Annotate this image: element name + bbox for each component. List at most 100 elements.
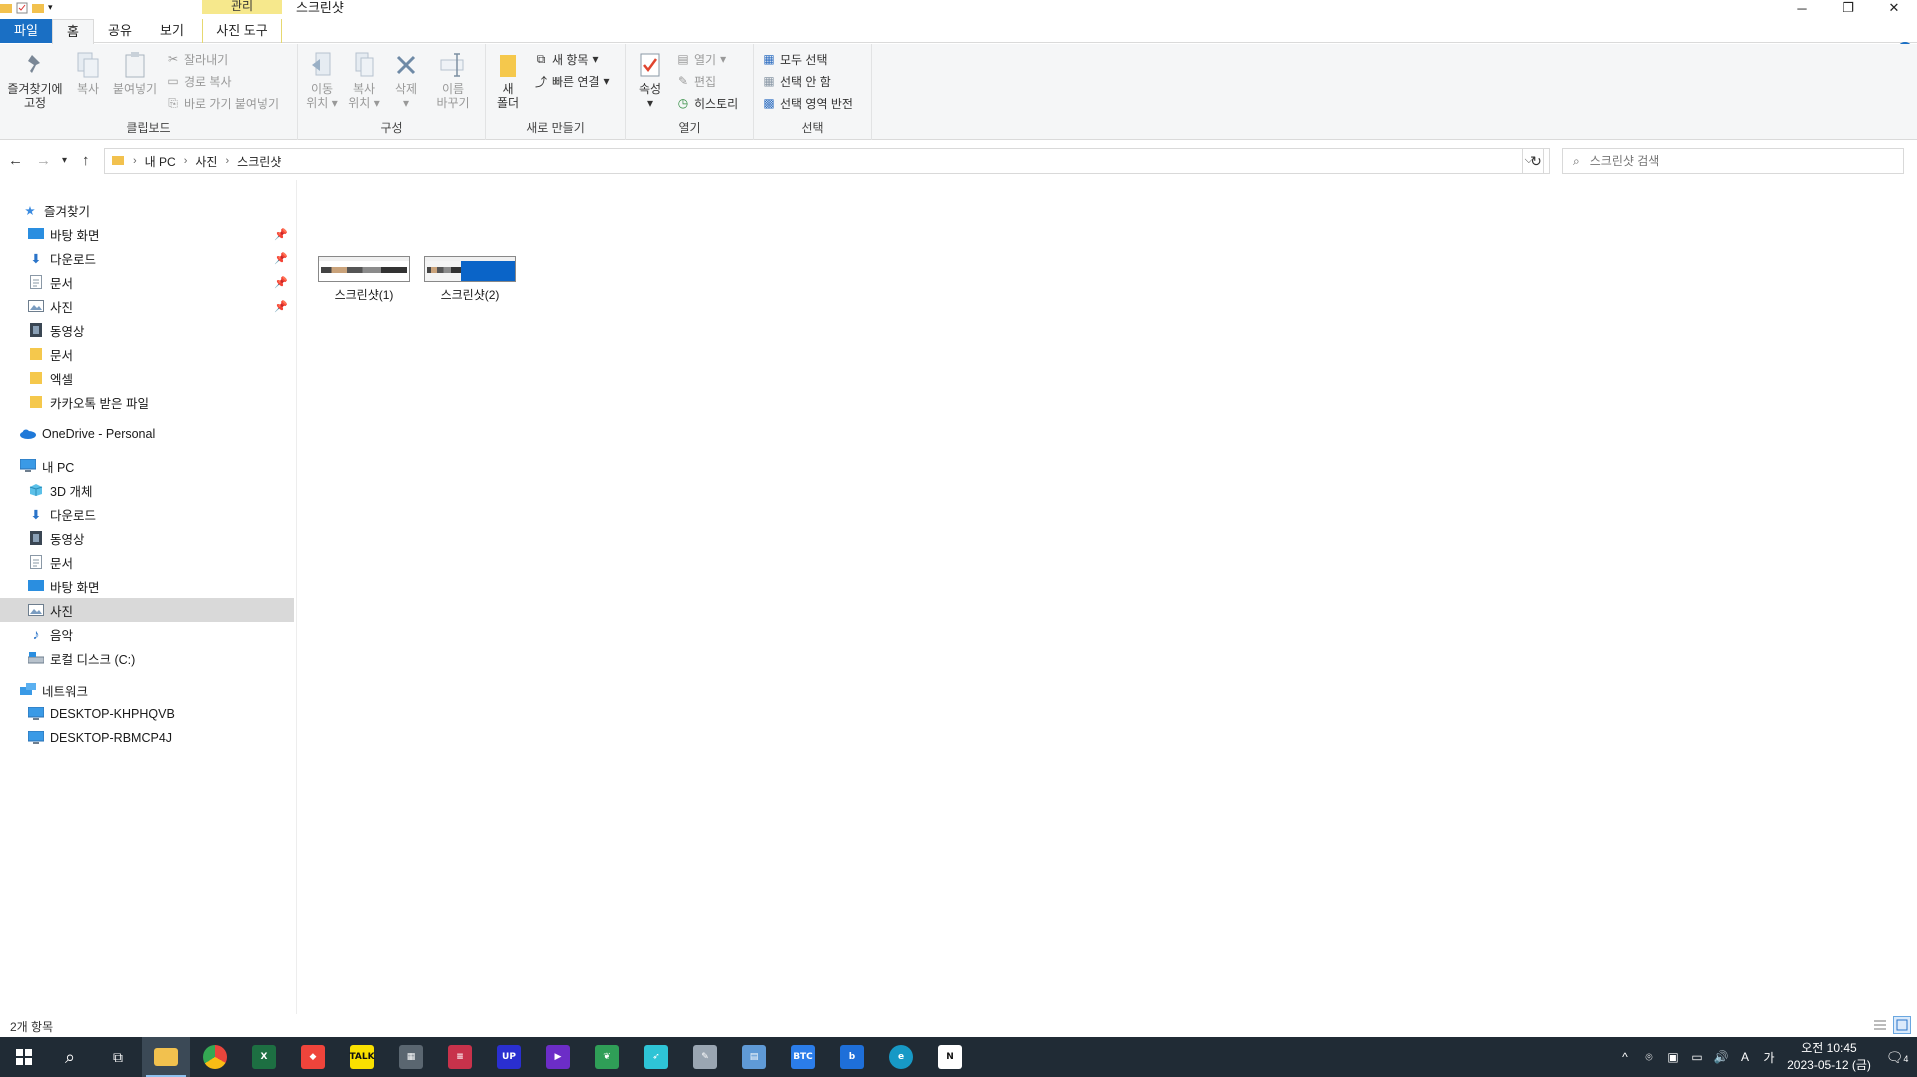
copy-button[interactable]: 복사 [70, 50, 106, 96]
taskbar-app-notion[interactable]: N [926, 1037, 974, 1077]
pin-to-quick-access-button[interactable]: 즐겨찾기에 고정 [4, 50, 66, 110]
taskbar-app-kakaotalk[interactable]: TALK [338, 1037, 386, 1077]
nav-item-network-pc-1[interactable]: DESKTOP-KHPHQVB [0, 702, 294, 726]
taskbar-app-chrome[interactable] [191, 1037, 239, 1077]
tab-view[interactable]: 보기 [152, 19, 192, 43]
nav-item-downloads[interactable]: ⬇ 다운로드 📌 [0, 246, 294, 270]
large-icons-view-button[interactable] [1893, 1016, 1911, 1034]
taskbar-app-calculator[interactable]: ▦ [387, 1037, 435, 1077]
task-view-button[interactable]: ⧉ [94, 1037, 142, 1077]
taskbar-app-leaf-app[interactable]: ❦ [583, 1037, 631, 1077]
ime-icon[interactable]: 가 [1757, 1049, 1781, 1066]
forward-button[interactable]: → [36, 152, 51, 169]
input-mode-icon[interactable]: A [1733, 1050, 1757, 1064]
address-bar[interactable]: › 내 PC › 사진 › 스크린샷 ⌵ [104, 148, 1544, 174]
new-folder-button[interactable]: 새 폴더 [490, 50, 526, 110]
properties-icon[interactable] [16, 2, 28, 14]
nav-item-desktop[interactable]: 바탕 화면 📌 [0, 222, 294, 246]
taskbar-app-paint-app[interactable]: ✎ [681, 1037, 729, 1077]
copy-to-button[interactable]: 복사 위치 ▾ [344, 50, 384, 110]
taskbar-app-anydesk[interactable]: ◆ [289, 1037, 337, 1077]
copy-path-button[interactable]: ▭ 경로 복사 [166, 72, 231, 90]
invert-selection-button[interactable]: ▩ 선택 영역 반전 [762, 94, 853, 112]
pin-icon[interactable]: 📌 [274, 228, 288, 241]
paste-shortcut-button[interactable]: ⎘ 바로 가기 붙여넣기 [166, 94, 279, 112]
open-button[interactable]: ▤ 열기 ▾ [676, 50, 726, 68]
taskbar-app-file-explorer[interactable] [142, 1037, 190, 1077]
history-button[interactable]: ◷ 히스토리 [676, 94, 738, 112]
start-button[interactable] [0, 1037, 48, 1077]
pin-icon[interactable]: 📌 [274, 276, 288, 289]
notification-center-button[interactable]: 🗨4 [1877, 1049, 1917, 1066]
nav-item-pictures[interactable]: 사진 📌 [0, 294, 294, 318]
clock[interactable]: 오전 10:45 2023-05-12 (금) [1781, 1040, 1877, 1074]
taskbar-app-btc-app[interactable]: BTC [779, 1037, 827, 1077]
pane-divider[interactable] [296, 180, 297, 1014]
details-view-button[interactable] [1871, 1016, 1889, 1034]
select-none-button[interactable]: ▦ 선택 안 함 [762, 72, 831, 90]
taskbar-app-visual-studio[interactable]: ▶ [534, 1037, 582, 1077]
taskbar-app-notepad-app[interactable]: ▤ [730, 1037, 778, 1077]
breadcrumb-screenshots[interactable]: 스크린샷 [237, 153, 281, 170]
nav-onedrive[interactable]: OneDrive - Personal [0, 422, 294, 446]
nav-item-3d-objects[interactable]: 3D 개체 [0, 478, 294, 502]
minimize-button[interactable]: ─ [1779, 0, 1825, 16]
nav-item-folder-excel[interactable]: 엑셀 [0, 366, 294, 390]
back-button[interactable]: ← [8, 152, 23, 169]
nav-item-folder-kakaotalk[interactable]: 카카오톡 받은 파일 [0, 390, 294, 414]
tab-home[interactable]: 홈 [52, 19, 94, 44]
easy-access-button[interactable]: ⤴ 빠른 연결 ▾ [534, 72, 610, 90]
taskbar-app-excel[interactable]: X [240, 1037, 288, 1077]
nav-network[interactable]: 네트워크 [0, 678, 294, 702]
search-box[interactable]: ⌕ [1562, 148, 1904, 174]
move-to-button[interactable]: 이동 위치 ▾ [302, 50, 342, 110]
up-button[interactable]: ↑ [82, 152, 90, 169]
file-item[interactable]: 스크린샷(1) [312, 256, 416, 303]
close-button[interactable]: ✕ [1871, 0, 1917, 16]
display-icon[interactable]: ▣ [1661, 1050, 1685, 1064]
pin-icon[interactable]: 📌 [274, 252, 288, 265]
select-all-button[interactable]: ▦ 모두 선택 [762, 50, 827, 68]
nav-item-pc-pictures[interactable]: 사진 [0, 598, 294, 622]
breadcrumb-pictures[interactable]: 사진 [195, 153, 217, 170]
edit-button[interactable]: ✎ 편집 [676, 72, 716, 90]
nav-item-pc-downloads[interactable]: ⬇ 다운로드 [0, 502, 294, 526]
search-button[interactable]: ⌕ [46, 1037, 94, 1077]
delete-button[interactable]: 삭제 ▾ [388, 50, 424, 110]
taskbar-app-bing-app[interactable]: b [828, 1037, 876, 1077]
tab-file[interactable]: 파일 [0, 19, 52, 43]
nav-item-videos[interactable]: 동영상 [0, 318, 294, 342]
rename-button[interactable]: 이름 바꾸기 [428, 50, 478, 110]
breadcrumb-this-pc[interactable]: 내 PC [145, 153, 176, 170]
nav-item-pc-documents[interactable]: 문서 [0, 550, 294, 574]
taskbar-app-app-red[interactable]: ≡ [436, 1037, 484, 1077]
tab-photo-tools[interactable]: 사진 도구 [202, 19, 282, 43]
new-folder-icon[interactable] [32, 2, 44, 14]
nav-item-network-pc-2[interactable]: DESKTOP-RBMCP4J [0, 726, 294, 750]
nav-item-pc-music[interactable]: ♪ 음악 [0, 622, 294, 646]
file-item[interactable]: 스크린샷(2) [418, 256, 522, 303]
taskbar-app-upzero[interactable]: UP [485, 1037, 533, 1077]
show-hidden-icons-icon[interactable]: ^ [1613, 1050, 1637, 1064]
refresh-button[interactable]: ↻ [1522, 148, 1550, 174]
nav-this-pc[interactable]: 내 PC [0, 454, 294, 478]
nav-item-documents[interactable]: 문서 📌 [0, 270, 294, 294]
chevron-down-icon[interactable]: ▾ [48, 2, 60, 14]
taskbar-app-bird-app[interactable]: ➶ [632, 1037, 680, 1077]
restore-button[interactable]: ❐ [1825, 0, 1871, 16]
nav-item-local-disk[interactable]: 로컬 디스크 (C:) [0, 646, 294, 670]
properties-button[interactable]: 속성 ▾ [632, 50, 668, 110]
new-item-button[interactable]: ⧉ 새 항목 ▾ [534, 50, 599, 68]
search-input[interactable] [1589, 154, 1870, 168]
tab-share[interactable]: 공유 [100, 19, 140, 43]
recent-locations-chevron-icon[interactable]: ▾ [62, 155, 67, 166]
cut-button[interactable]: ✂ 잘라내기 [166, 50, 228, 68]
paste-button[interactable]: 붙여넣기 [108, 50, 162, 96]
nav-item-folder-documents[interactable]: 문서 [0, 342, 294, 366]
meet-icon[interactable]: ⌾ [1637, 1050, 1661, 1065]
nav-item-pc-desktop[interactable]: 바탕 화면 [0, 574, 294, 598]
nav-quick-access[interactable]: ★ 즐겨찾기 [0, 198, 294, 222]
network-icon[interactable]: ▭ [1685, 1050, 1709, 1064]
pin-icon[interactable]: 📌 [274, 300, 288, 313]
taskbar-app-edge[interactable]: e [877, 1037, 925, 1077]
